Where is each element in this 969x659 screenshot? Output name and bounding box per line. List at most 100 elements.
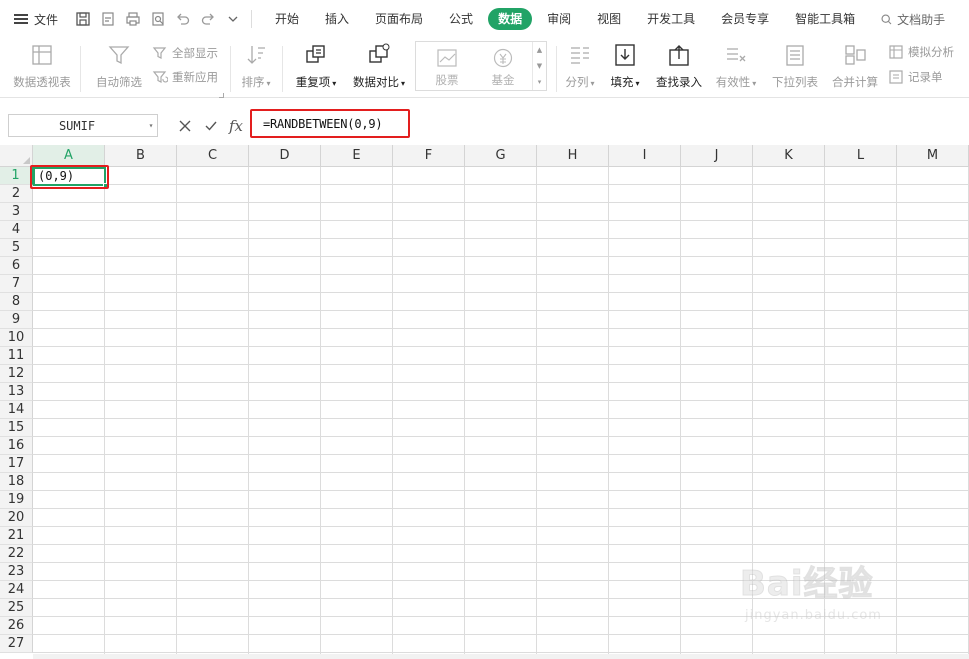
lookup-entry-button[interactable]: 查找录入 — [652, 40, 706, 96]
undo-button[interactable] — [170, 0, 195, 38]
row-header-17[interactable]: 17 — [0, 455, 33, 473]
tab-formulas[interactable]: 公式 — [438, 8, 484, 30]
stocks-button[interactable]: 股票 — [422, 47, 472, 89]
row-header-25[interactable]: 25 — [0, 599, 33, 617]
row-header-26[interactable]: 26 — [0, 617, 33, 635]
row-header-4[interactable]: 4 — [0, 221, 33, 239]
name-box[interactable]: SUMIF ▾ — [8, 114, 158, 137]
tab-member[interactable]: 会员专享 — [710, 8, 780, 30]
column-header-d[interactable]: D — [249, 145, 321, 167]
row-header-13[interactable]: 13 — [0, 383, 33, 401]
reapply-label: 重新应用 — [172, 70, 218, 84]
duplicates-button[interactable]: 重复项 ▾ — [290, 40, 342, 96]
column-header-a[interactable]: A — [33, 145, 105, 167]
doc-assistant-button[interactable]: 文档助手 — [880, 11, 945, 28]
column-header-m[interactable]: M — [897, 145, 969, 167]
show-all-label: 全部显示 — [172, 46, 218, 60]
validity-button[interactable]: 有效性 ▾ — [710, 40, 762, 96]
horizontal-scrollbar[interactable] — [33, 654, 969, 659]
reapply-button[interactable]: 重新应用 — [152, 68, 218, 86]
column-header-e[interactable]: E — [321, 145, 393, 167]
row-header-9[interactable]: 9 — [0, 311, 33, 329]
row-header-8[interactable]: 8 — [0, 293, 33, 311]
column-header-i[interactable]: I — [609, 145, 681, 167]
column-header-j[interactable]: J — [681, 145, 753, 167]
row-header-14[interactable]: 14 — [0, 401, 33, 419]
column-header-h[interactable]: H — [537, 145, 609, 167]
tab-data[interactable]: 数据 — [488, 8, 533, 30]
tab-review[interactable]: 审阅 — [536, 8, 582, 30]
row-header-12[interactable]: 12 — [0, 365, 33, 383]
insert-function-button[interactable]: fx — [226, 117, 246, 135]
print-button[interactable] — [120, 0, 145, 38]
row-header-21[interactable]: 21 — [0, 527, 33, 545]
row-header-18[interactable]: 18 — [0, 473, 33, 491]
show-all-button[interactable]: 全部显示 — [152, 44, 218, 62]
select-all-corner[interactable] — [0, 145, 33, 167]
what-if-analysis-button[interactable]: 模拟分析 — [888, 43, 954, 61]
split-column-button[interactable]: 分列 ▾ — [562, 40, 598, 96]
funds-button[interactable]: 基金 — [478, 47, 528, 89]
formula-input[interactable]: =RANDBETWEEN(0,9) — [263, 117, 383, 131]
row-gridline — [33, 328, 969, 329]
record-sheet-button[interactable]: 记录单 — [888, 68, 943, 86]
row-header-22[interactable]: 22 — [0, 545, 33, 563]
column-header-l[interactable]: L — [825, 145, 897, 167]
dropdown-list-button[interactable]: 下拉列表 — [768, 40, 822, 96]
gallery-scroll[interactable]: ▲ ▼ ▾ — [532, 42, 546, 90]
file-menu-button[interactable]: 文件 — [0, 0, 70, 38]
column-header-c[interactable]: C — [177, 145, 249, 167]
customize-toolbar-button[interactable] — [220, 0, 245, 38]
pivot-table-button[interactable]: 数据透视表 — [8, 40, 76, 96]
cell-a1-value[interactable]: (0,9) — [38, 169, 74, 183]
row-header-11[interactable]: 11 — [0, 347, 33, 365]
row-header-20[interactable]: 20 — [0, 509, 33, 527]
column-header-b[interactable]: B — [105, 145, 177, 167]
show-all-icon — [152, 47, 167, 59]
fill-button[interactable]: 填充 ▾ — [606, 40, 644, 96]
autofilter-button[interactable]: 自动筛选 — [90, 40, 148, 96]
row-header-2[interactable]: 2 — [0, 185, 33, 203]
data-compare-button[interactable]: 数据对比 ▾ — [348, 40, 410, 96]
tab-page-layout[interactable]: 页面布局 — [364, 8, 434, 30]
row-header-23[interactable]: 23 — [0, 563, 33, 581]
column-header-g[interactable]: G — [465, 145, 537, 167]
row-header-16[interactable]: 16 — [0, 437, 33, 455]
row-header-5[interactable]: 5 — [0, 239, 33, 257]
chevron-down-icon[interactable]: ▾ — [145, 121, 157, 130]
column-header-k[interactable]: K — [753, 145, 825, 167]
row-header-3[interactable]: 3 — [0, 203, 33, 221]
tab-view[interactable]: 视图 — [586, 8, 632, 30]
column-header-f[interactable]: F — [393, 145, 465, 167]
hamburger-icon — [14, 14, 28, 24]
split-column-icon — [571, 47, 589, 64]
sort-icon — [247, 46, 265, 64]
tab-developer[interactable]: 开发工具 — [636, 8, 706, 30]
row-header-1[interactable]: 1 — [0, 167, 33, 185]
record-sheet-label: 记录单 — [908, 70, 943, 84]
row-header-27[interactable]: 27 — [0, 635, 33, 653]
row-header-6[interactable]: 6 — [0, 257, 33, 275]
stock-fund-gallery: 股票 基金 ▲ ▼ ▾ — [415, 41, 547, 91]
confirm-formula-button[interactable] — [202, 117, 220, 135]
ribbon-data: 数据透视表 自动筛选 全部显示 重新应用 排序 ▾ 重复项 ▾ 数据对比 ▾ 股票 基… — [0, 38, 969, 98]
export-pdf-button[interactable] — [95, 0, 120, 38]
row-header-7[interactable]: 7 — [0, 275, 33, 293]
row-header-19[interactable]: 19 — [0, 491, 33, 509]
row-header-10[interactable]: 10 — [0, 329, 33, 347]
row-header-24[interactable]: 24 — [0, 581, 33, 599]
tab-home[interactable]: 开始 — [264, 8, 310, 30]
row-gridline — [33, 418, 969, 419]
print-preview-button[interactable] — [145, 0, 170, 38]
row-gridline — [33, 202, 969, 203]
tab-insert[interactable]: 插入 — [314, 8, 360, 30]
tab-smart-toolbox[interactable]: 智能工具箱 — [784, 8, 866, 30]
row-header-15[interactable]: 15 — [0, 419, 33, 437]
row-gridline — [33, 400, 969, 401]
pivot-table-label: 数据透视表 — [13, 75, 71, 89]
consolidate-button[interactable]: 合并计算 — [828, 40, 882, 96]
redo-button[interactable] — [195, 0, 220, 38]
sort-button[interactable]: 排序 ▾ — [236, 40, 276, 96]
save-button[interactable] — [70, 0, 95, 38]
cancel-formula-button[interactable] — [176, 117, 194, 135]
